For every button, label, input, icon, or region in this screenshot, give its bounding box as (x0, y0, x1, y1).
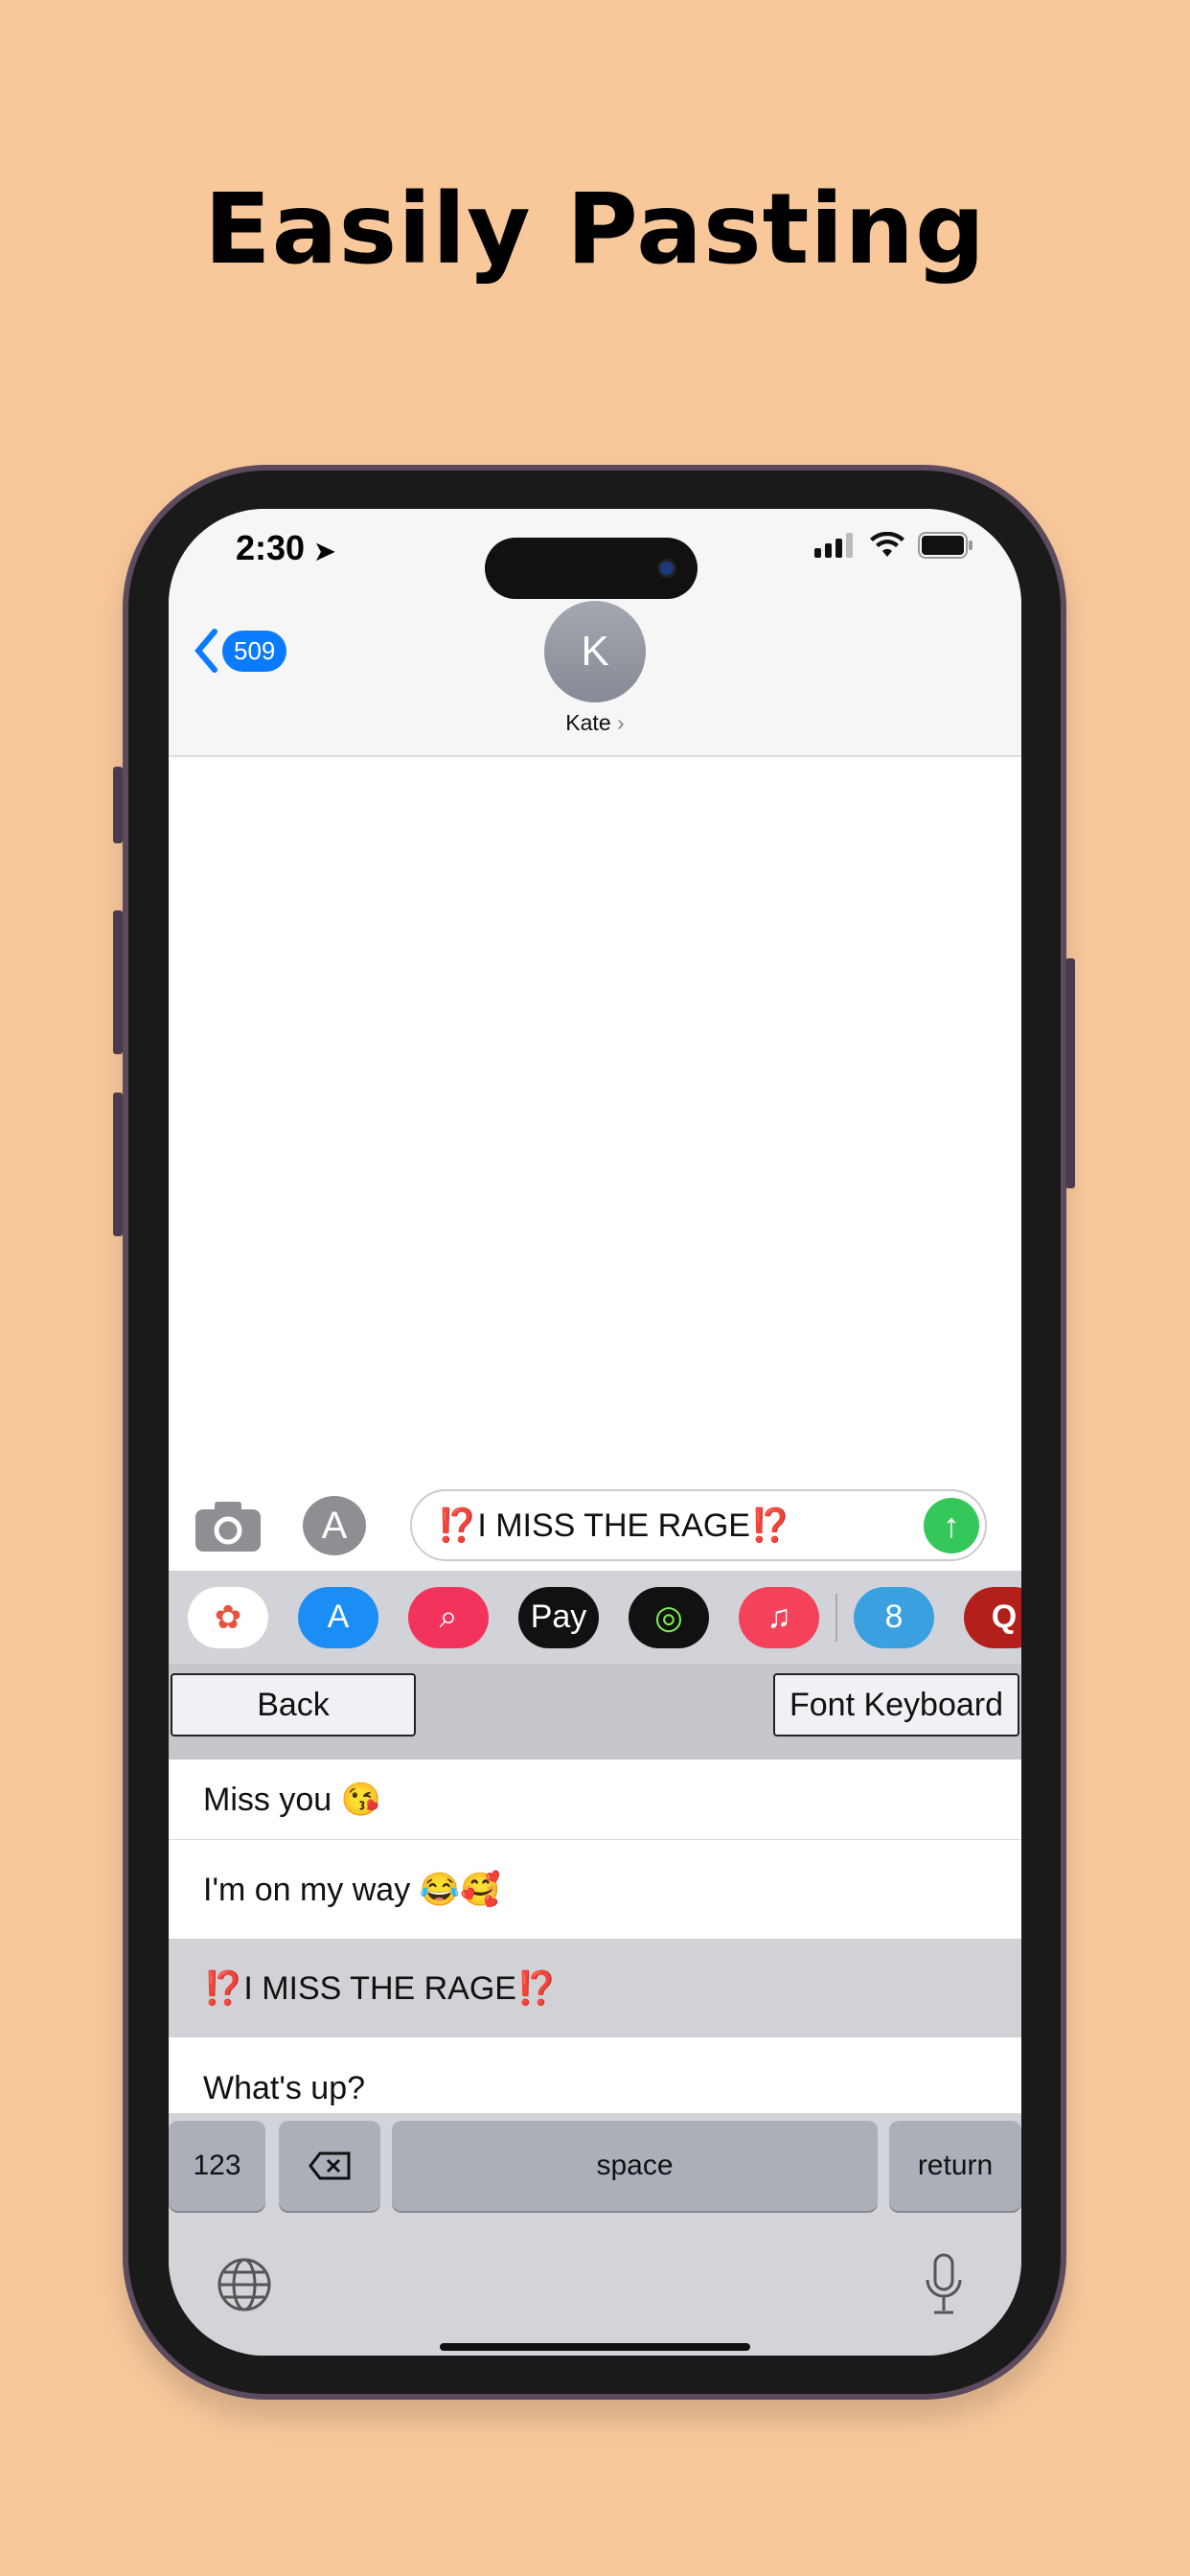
app-store-app-button[interactable]: A (298, 1586, 378, 1648)
back-key-button[interactable]: Back (171, 1673, 416, 1736)
wifi-icon (870, 532, 904, 557)
signal-icon (814, 533, 853, 558)
phone-screen: 2:30 ➤ 509 K Kate › A ⁉️I MISS THE RAGE⁉… (169, 509, 1021, 2356)
phrase-item-selected[interactable]: ⁉️I MISS THE RAGE⁉️ (169, 1939, 1021, 2037)
phrase-item[interactable]: Miss you 😘 (169, 1760, 1021, 1840)
space-key[interactable]: space (392, 2121, 878, 2211)
microphone-icon[interactable] (924, 2253, 964, 2316)
phrase-item[interactable]: What's up? (169, 2037, 1021, 2113)
app-store-button[interactable]: A (303, 1496, 366, 1555)
apple-pay-app-button[interactable]: Pay (518, 1586, 599, 1648)
image-search-icon: ⌕ (439, 1598, 458, 1635)
contact-name[interactable]: Kate › (169, 710, 1021, 736)
volume-up-button (113, 910, 123, 1054)
chevron-left-icon (195, 629, 217, 673)
chevron-right-icon: › (617, 710, 625, 735)
delete-key[interactable] (279, 2121, 380, 2211)
numbers-key[interactable]: 123 (169, 2121, 265, 2211)
return-key[interactable]: return (889, 2121, 1021, 2211)
app-store-icon: A (327, 1598, 350, 1635)
8-ball-pool-icon: 8 (884, 1598, 904, 1635)
arrow-up-icon: ↑ (943, 1506, 960, 1545)
divider (835, 1593, 837, 1642)
font-keyboard-button[interactable]: Font Keyboard (773, 1673, 1019, 1736)
headline: Easily Pasting (203, 172, 987, 287)
location-icon: ➤ (314, 537, 335, 565)
status-icons (814, 532, 973, 559)
apple-pay-icon: Pay (530, 1598, 587, 1635)
unread-count-badge: 509 (222, 630, 287, 672)
keyboard-toolbar: Back Font Keyboard (169, 1664, 1021, 1760)
avatar[interactable]: K (544, 601, 646, 702)
message-input[interactable]: ⁉️I MISS THE RAGE⁉️ ↑ (410, 1489, 987, 1561)
power-button (1065, 958, 1075, 1188)
contact-name-text: Kate (565, 710, 611, 735)
app-drawer: ✿ A ⌕ Pay ◎ ♫ 8 Q (169, 1571, 1021, 1664)
keyboard: 123 space return (169, 2113, 1021, 2356)
photos-app-button[interactable]: ✿ (188, 1586, 268, 1648)
back-button[interactable]: 509 (194, 629, 287, 673)
music-icon: ♫ (767, 1598, 791, 1635)
send-button[interactable]: ↑ (924, 1498, 979, 1553)
home-indicator[interactable] (440, 2343, 750, 2351)
image-search-app-button[interactable]: ⌕ (408, 1586, 489, 1648)
camera-button[interactable] (195, 1502, 261, 1552)
activity-icon: ◎ (654, 1598, 683, 1636)
time-text: 2:30 (236, 528, 306, 567)
status-time: 2:30 ➤ (236, 528, 335, 568)
message-text: ⁉️I MISS THE RAGE⁉️ (437, 1506, 791, 1544)
8-ball-pool-app-button[interactable]: 8 (854, 1586, 934, 1648)
volume-down-button (113, 1092, 123, 1236)
photos-icon: ✿ (214, 1598, 242, 1636)
music-app-button[interactable]: ♫ (739, 1586, 819, 1648)
quiz-app-button[interactable]: Q (964, 1586, 1021, 1648)
phrase-item[interactable]: I'm on my way 😂🥰 (169, 1840, 1021, 1939)
quiz-icon: Q (991, 1598, 1018, 1635)
activity-app-button[interactable]: ◎ (629, 1586, 709, 1648)
action-button (113, 767, 123, 843)
globe-icon[interactable] (217, 2257, 272, 2312)
dynamic-island (485, 538, 698, 599)
camera-icon (657, 559, 676, 578)
battery-icon (918, 532, 973, 559)
delete-icon (309, 2151, 351, 2180)
